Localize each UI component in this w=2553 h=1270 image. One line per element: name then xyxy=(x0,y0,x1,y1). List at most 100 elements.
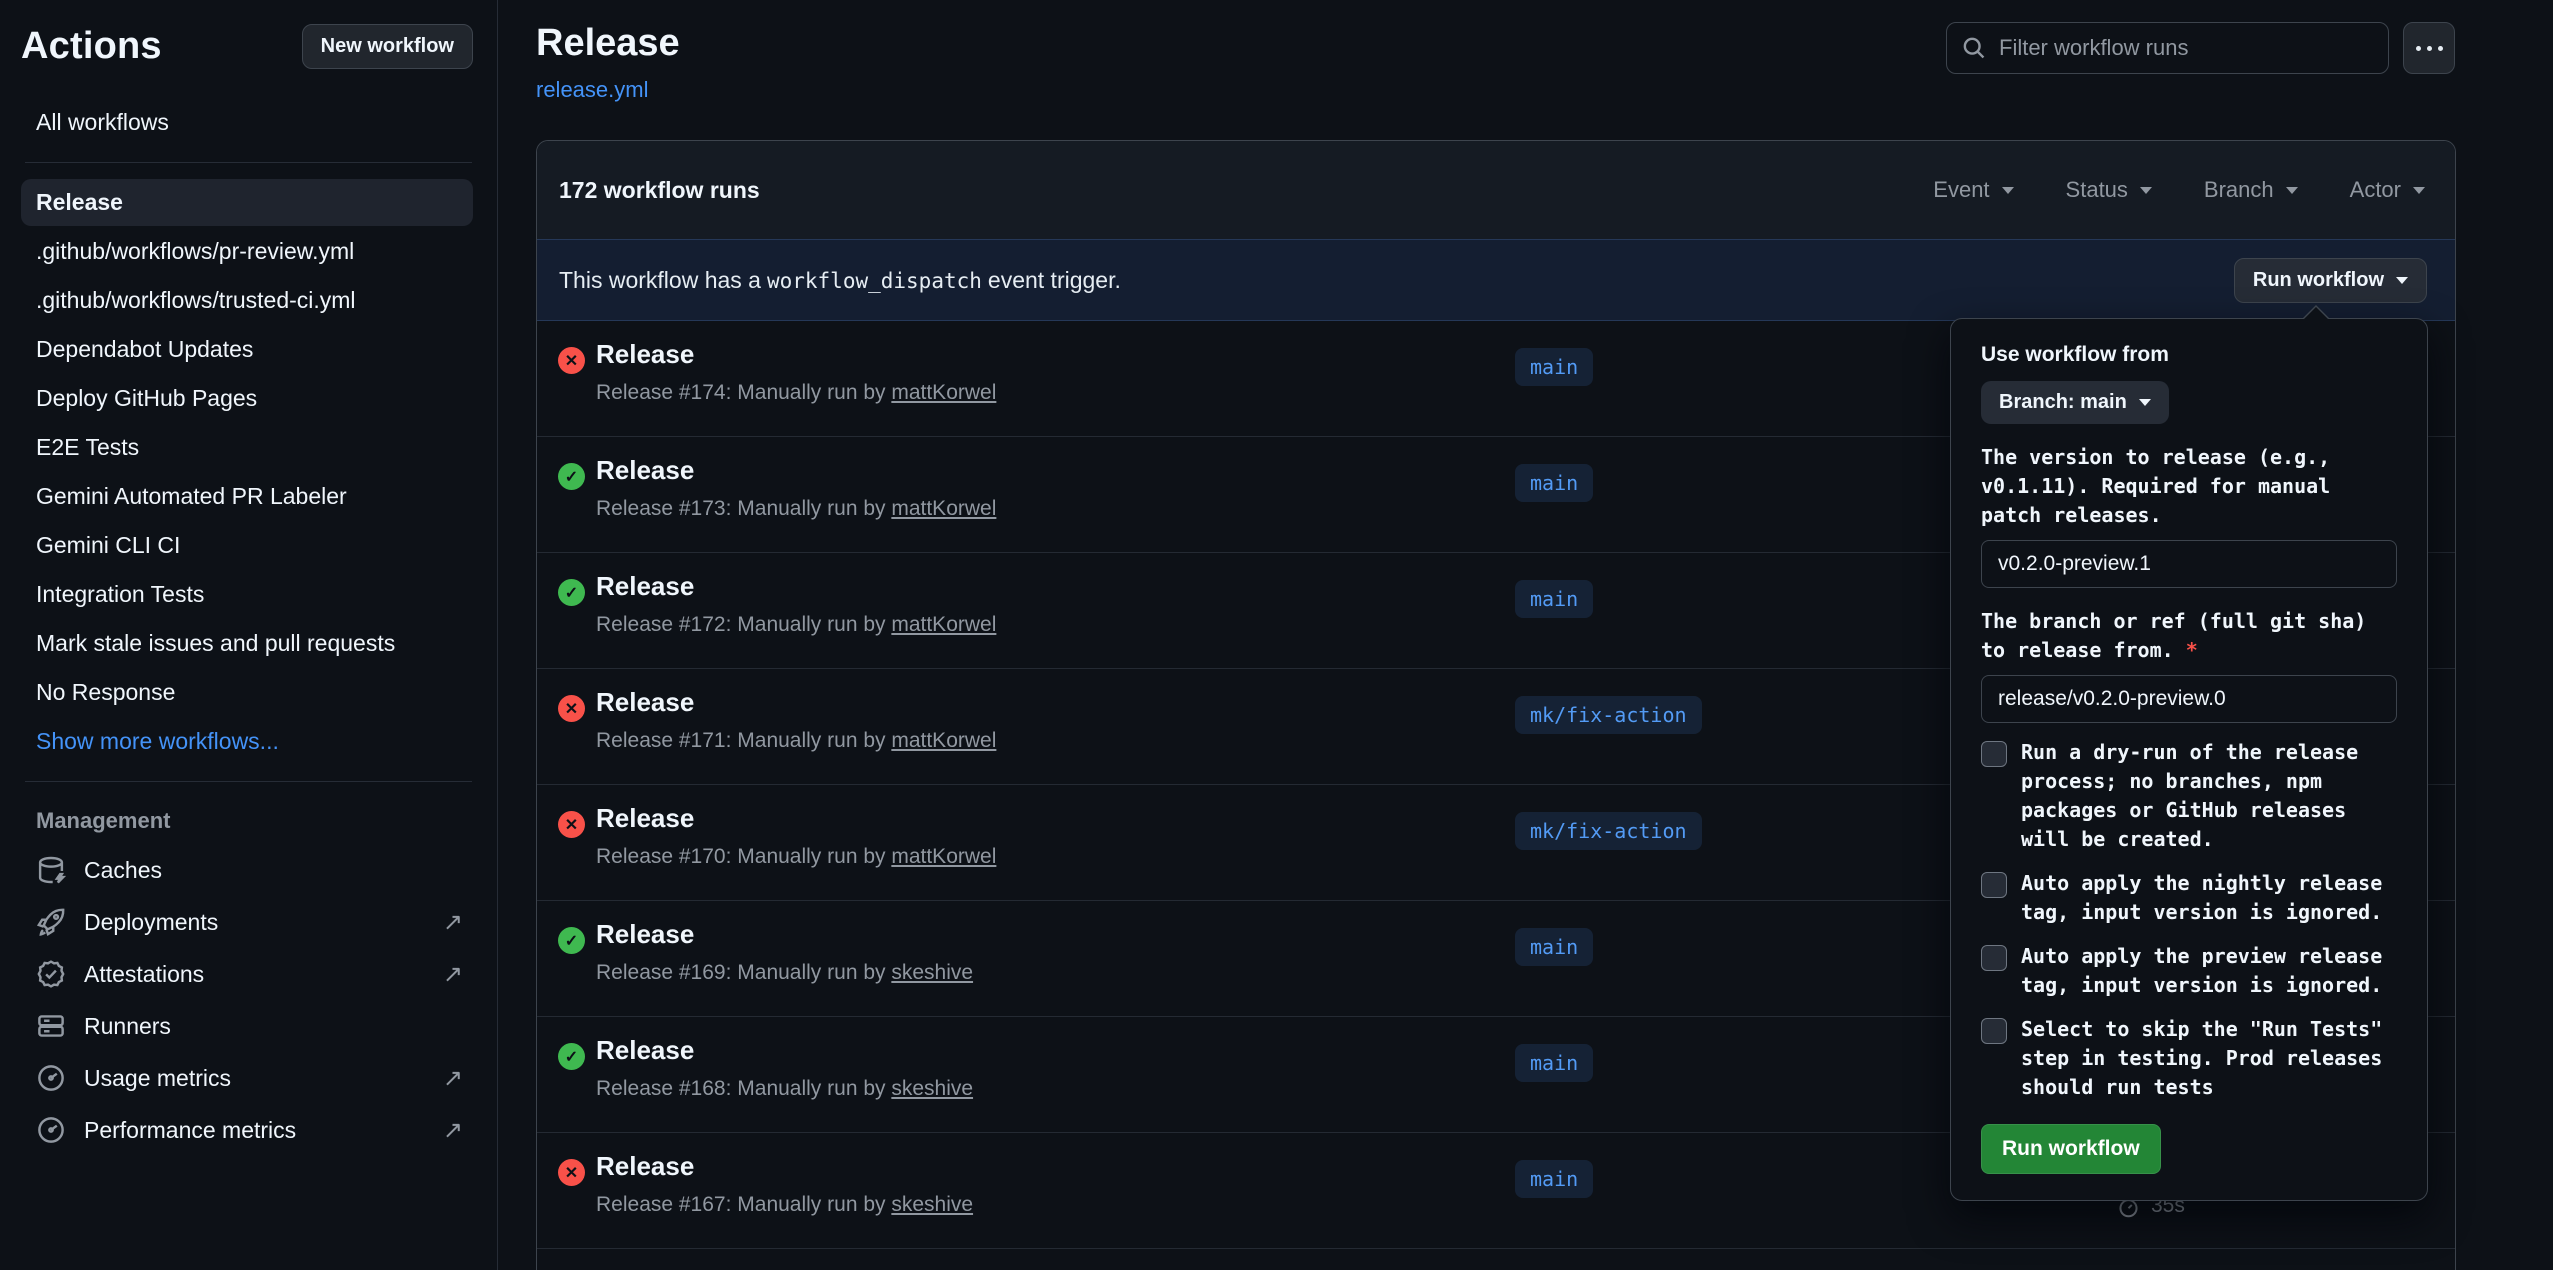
sidebar-workflow-item[interactable]: E2E Tests xyxy=(21,424,473,471)
management-item-label: Caches xyxy=(84,857,162,884)
run-title-link[interactable]: Release xyxy=(596,455,694,485)
workflow-input-field[interactable] xyxy=(1981,540,2397,588)
sidebar-workflow-item[interactable]: Release xyxy=(21,179,473,226)
branch-selector-button[interactable]: Branch: main xyxy=(1981,381,2169,424)
branch-column: main xyxy=(1515,471,1593,495)
filter-status[interactable]: Status xyxy=(2066,177,2152,203)
branch-column: main xyxy=(1515,1167,1593,1191)
checkbox-row[interactable]: Auto apply the preview release tag, inpu… xyxy=(1981,942,2397,1000)
actor-link[interactable]: skeshive xyxy=(891,1193,973,1216)
page-title: Release xyxy=(536,22,680,65)
branch-badge[interactable]: mk/fix-action xyxy=(1515,696,1702,734)
checkbox[interactable] xyxy=(1981,1018,2007,1044)
server-icon xyxy=(36,1011,66,1041)
workflow-options-kebab-button[interactable] xyxy=(2403,22,2455,74)
external-link-icon: ↗ xyxy=(443,960,463,989)
sidebar-workflow-item[interactable]: Gemini Automated PR Labeler xyxy=(21,473,473,520)
filter-event[interactable]: Event xyxy=(1933,177,2013,203)
sidebar-item-runners[interactable]: Runners xyxy=(24,1000,473,1052)
run-title-link[interactable]: Release xyxy=(596,571,694,601)
sidebar-item-performance-metrics[interactable]: Performance metrics↗ xyxy=(24,1104,473,1156)
new-workflow-button[interactable]: New workflow xyxy=(302,24,473,69)
run-title-link[interactable]: Release xyxy=(596,1035,694,1065)
sidebar-workflow-item[interactable]: No Response xyxy=(21,669,473,716)
popover-fields: The version to release (e.g., v0.1.11). … xyxy=(1981,443,2397,723)
sidebar-divider xyxy=(25,162,472,163)
input-label: The branch or ref (full git sha) to rele… xyxy=(1981,607,2397,665)
sidebar-workflow-item[interactable]: .github/workflows/pr-review.yml xyxy=(21,228,473,275)
sidebar-workflow-item[interactable]: Integration Tests xyxy=(21,571,473,618)
workflow-run-row-partial xyxy=(537,1249,2455,1270)
run-title-link[interactable]: Release xyxy=(596,803,694,833)
checkbox-label: Select to skip the "Run Tests" step in t… xyxy=(2021,1015,2397,1102)
filter-branch[interactable]: Branch xyxy=(2204,177,2298,203)
sidebar-workflow-item[interactable]: Dependabot Updates xyxy=(21,326,473,373)
workflow-dispatch-banner: This workflow has aworkflow_dispatcheven… xyxy=(537,239,2455,321)
run-workflow-popover: Use workflow from Branch: main The versi… xyxy=(1950,318,2428,1201)
show-more-workflows-link[interactable]: Show more workflows... xyxy=(21,718,473,765)
run-main: ReleaseRelease #169: Manually run by ske… xyxy=(596,919,973,985)
sidebar-item-attestations[interactable]: Attestations↗ xyxy=(24,948,473,1000)
actor-link[interactable]: skeshive xyxy=(891,1077,973,1100)
failure-icon: ✕ xyxy=(558,695,585,722)
failure-icon: ✕ xyxy=(558,1159,585,1186)
actor-link[interactable]: mattKorwel xyxy=(891,497,996,520)
success-icon: ✓ xyxy=(558,579,585,606)
checkbox-row[interactable]: Select to skip the "Run Tests" step in t… xyxy=(1981,1015,2397,1102)
sidebar-item-caches[interactable]: Caches xyxy=(24,844,473,896)
run-title-link[interactable]: Release xyxy=(596,339,694,369)
failure-icon: ✕ xyxy=(558,811,585,838)
workflow-file-link[interactable]: release.yml xyxy=(536,77,648,103)
checkbox-label: Auto apply the preview release tag, inpu… xyxy=(2021,942,2397,1000)
success-icon: ✓ xyxy=(558,463,585,490)
actor-link[interactable]: mattKorwel xyxy=(891,845,996,868)
filter-label: Actor xyxy=(2350,177,2401,203)
sidebar-workflow-item[interactable]: Gemini CLI CI xyxy=(21,522,473,569)
sidebar-workflow-item[interactable]: Deploy GitHub Pages xyxy=(21,375,473,422)
sidebar-item-deployments[interactable]: Deployments↗ xyxy=(24,896,473,948)
actor-link[interactable]: mattKorwel xyxy=(891,613,996,636)
actor-link[interactable]: skeshive xyxy=(891,961,973,984)
cache-icon xyxy=(36,855,66,885)
filter-workflow-runs-input[interactable] xyxy=(1946,22,2389,74)
branch-badge[interactable]: main xyxy=(1515,348,1593,386)
branch-badge[interactable]: main xyxy=(1515,928,1593,966)
checkbox[interactable] xyxy=(1981,741,2007,767)
chevron-down-icon xyxy=(2139,399,2151,412)
run-main: ReleaseRelease #170: Manually run by mat… xyxy=(596,803,996,869)
run-description: Release #172: Manually run by mattKorwel xyxy=(596,613,996,637)
run-title-link[interactable]: Release xyxy=(596,1151,694,1181)
branch-badge[interactable]: main xyxy=(1515,1160,1593,1198)
branch-column: mk/fix-action xyxy=(1515,819,1702,843)
workflow-list: Release.github/workflows/pr-review.yml.g… xyxy=(0,179,497,716)
filter-label: Event xyxy=(1933,177,1989,203)
actor-link[interactable]: mattKorwel xyxy=(891,381,996,404)
main-header: Release release.yml xyxy=(498,0,2553,103)
chevron-down-icon xyxy=(2396,277,2408,290)
management-item-label: Deployments xyxy=(84,909,218,936)
run-workflow-submit-button[interactable]: Run workflow xyxy=(1981,1124,2161,1174)
workflow-input-field[interactable] xyxy=(1981,675,2397,723)
sidebar-title: Actions xyxy=(21,25,162,68)
filter-actor[interactable]: Actor xyxy=(2350,177,2425,203)
checkbox-row[interactable]: Run a dry-run of the release process; no… xyxy=(1981,738,2397,854)
sidebar-item-usage-metrics[interactable]: Usage metrics↗ xyxy=(24,1052,473,1104)
branch-badge[interactable]: main xyxy=(1515,464,1593,502)
checkbox-row[interactable]: Auto apply the nightly release tag, inpu… xyxy=(1981,869,2397,927)
actor-link[interactable]: mattKorwel xyxy=(891,729,996,752)
workflow-dispatch-code: workflow_dispatch xyxy=(761,269,988,293)
kebab-icon xyxy=(2416,46,2443,51)
search-icon xyxy=(1962,36,1986,60)
run-title-link[interactable]: Release xyxy=(596,687,694,717)
popover-title: Use workflow from xyxy=(1981,343,2397,367)
branch-badge[interactable]: mk/fix-action xyxy=(1515,812,1702,850)
checkbox[interactable] xyxy=(1981,872,2007,898)
checkbox[interactable] xyxy=(1981,945,2007,971)
run-workflow-dropdown-button[interactable]: Run workflow xyxy=(2234,258,2427,303)
run-title-link[interactable]: Release xyxy=(596,919,694,949)
branch-badge[interactable]: main xyxy=(1515,1044,1593,1082)
branch-badge[interactable]: main xyxy=(1515,580,1593,618)
sidebar-workflow-item[interactable]: .github/workflows/trusted-ci.yml xyxy=(21,277,473,324)
sidebar-workflow-item[interactable]: Mark stale issues and pull requests xyxy=(21,620,473,667)
sidebar-item-all-workflows[interactable]: All workflows xyxy=(21,99,473,146)
